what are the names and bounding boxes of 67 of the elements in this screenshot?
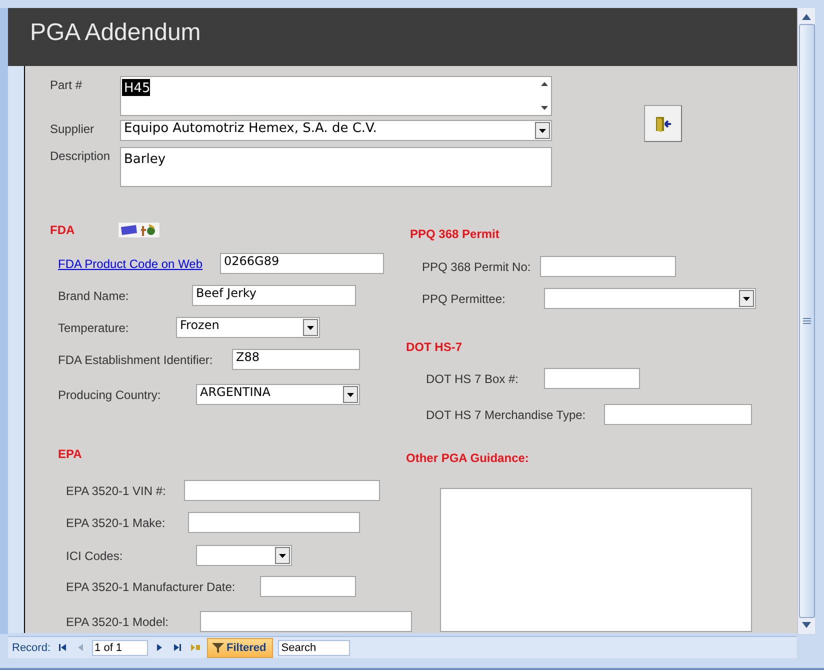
text-field[interactable] (184, 480, 380, 501)
last-record-icon (172, 643, 182, 652)
first-record-icon (58, 643, 67, 652)
text-field[interactable]: Beef Jerky (192, 285, 356, 306)
record-selector[interactable] (8, 66, 25, 633)
filter-toggle[interactable]: Filtered (206, 638, 274, 658)
dropdown-button[interactable] (275, 547, 290, 564)
field-label: Part # (50, 77, 84, 92)
field-label: DOT HS 7 Box #: (426, 372, 520, 386)
field-label: DOT HS 7 Merchandise Type: (426, 408, 587, 422)
scrollbar-thumb[interactable] (798, 24, 814, 618)
section-heading: FDA (50, 223, 75, 237)
field-label: ICI Codes: (66, 548, 124, 562)
grip-icon (802, 318, 810, 324)
caret-icon (539, 128, 546, 132)
text-field[interactable] (260, 576, 356, 597)
field-label: FDA Establishment Identifier: (58, 352, 214, 366)
field-label: EPA 3520-1 Manufacturer Date: (66, 580, 236, 594)
field-label: PPQ Permittee: (422, 292, 506, 306)
caret-icon (347, 392, 354, 396)
text-field[interactable]: 0266G89 (220, 253, 384, 274)
exit-button[interactable] (644, 105, 682, 142)
text-field[interactable] (200, 611, 412, 632)
dropdown-button[interactable] (343, 386, 358, 403)
memo-field[interactable]: H45 (120, 76, 552, 116)
text-field[interactable] (540, 256, 676, 277)
text-field[interactable] (188, 512, 360, 533)
funnel-icon (212, 642, 224, 654)
field-label: EPA 3520-1 Model: (66, 614, 170, 628)
previous-record-icon (76, 643, 85, 652)
caret-icon (307, 326, 314, 330)
combo-box[interactable]: Frozen (176, 317, 320, 338)
new-record-icon (190, 643, 200, 652)
section-heading: DOT HS-7 (406, 340, 462, 354)
combo-box[interactable]: Equipo Automotriz Hemex, S.A. de C.V. (120, 120, 552, 141)
dropdown-button[interactable] (303, 319, 318, 336)
search-field[interactable]: Search (278, 640, 350, 656)
memo-field[interactable]: Barley (120, 147, 552, 187)
section-heading: EPA (58, 447, 82, 461)
field-label: Description (50, 148, 112, 163)
caret-icon (743, 296, 750, 300)
record-label: Record: (12, 642, 51, 654)
next-record-icon (154, 643, 164, 652)
dropdown-button[interactable] (535, 122, 550, 139)
text-field[interactable]: Z88 (232, 349, 360, 370)
combo-box[interactable] (196, 545, 292, 566)
field-label: EPA 3520-1 VIN #: (66, 484, 167, 498)
combo-box[interactable]: ARGENTINA (196, 384, 360, 405)
field-label: Supplier (50, 121, 96, 136)
field-label: PPQ 368 Permit No: (422, 260, 532, 274)
scroll-up-icon[interactable] (802, 14, 811, 20)
field-label: Producing Country: (58, 388, 162, 402)
dropdown-button[interactable] (739, 290, 754, 307)
product-code-link[interactable]: FDA Product Code on Web (58, 256, 203, 270)
text-field[interactable] (544, 368, 640, 389)
caret-icon (279, 554, 286, 558)
form-title: PGA Addendum (30, 19, 201, 47)
field-label: Brand Name: (58, 288, 130, 302)
memo-field[interactable] (440, 488, 752, 632)
record-position-field[interactable]: 1 of 1 (92, 640, 148, 656)
scroll-down-icon[interactable] (802, 622, 811, 628)
door-exit-icon (654, 114, 672, 132)
section-heading: Other PGA Guidance: (406, 451, 529, 465)
text-field[interactable] (604, 404, 752, 425)
section-heading: PPQ 368 Permit (410, 227, 500, 241)
field-label: Temperature: (58, 320, 130, 334)
field-label: EPA 3520-1 Make: (66, 516, 166, 530)
